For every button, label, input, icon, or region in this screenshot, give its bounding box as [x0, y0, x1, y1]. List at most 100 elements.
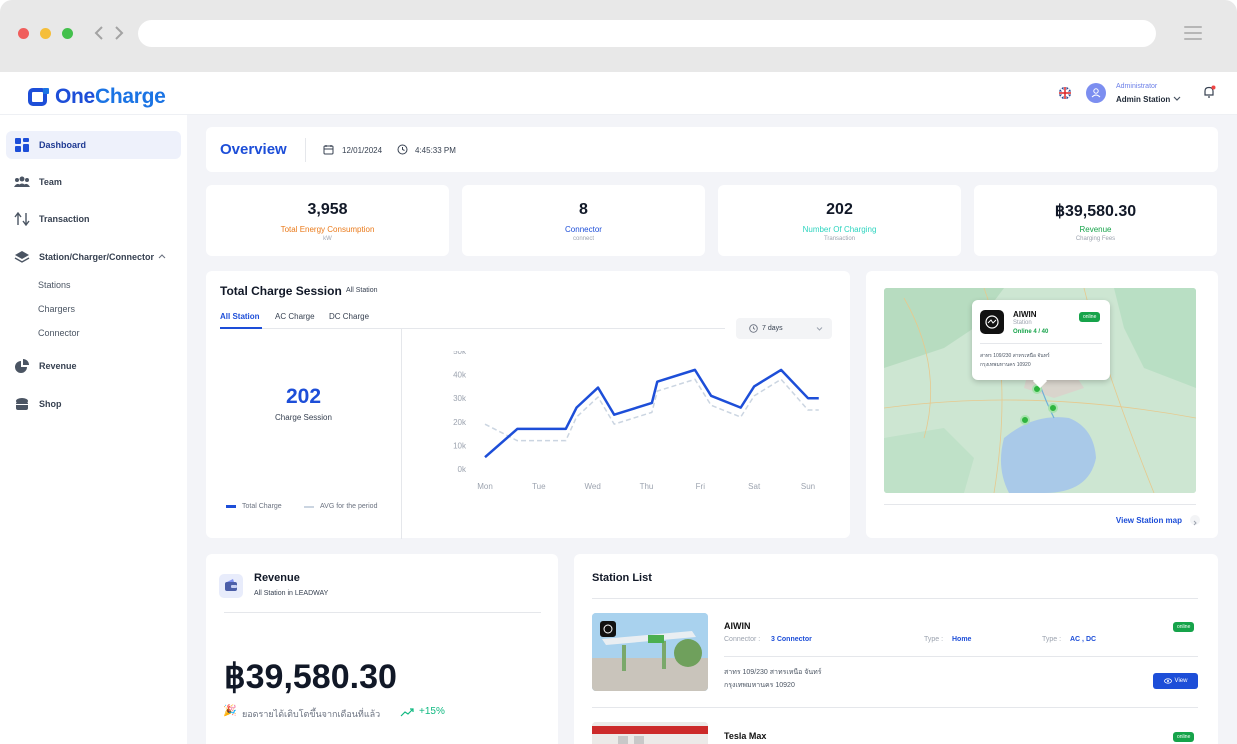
trend-up-icon [400, 708, 414, 717]
station-photo [592, 722, 708, 744]
stat-sub: Transaction [823, 236, 856, 242]
party-popper-icon: 🎉 [223, 705, 237, 717]
x-tick-label: Tue [532, 482, 546, 491]
stat-label: Revenue [1079, 225, 1112, 234]
popup-address-line-2: กรุงเทพมหานคร 10920 [980, 362, 1031, 368]
divider [724, 656, 1198, 657]
divider [592, 707, 1198, 708]
sidebar-item-label: Transaction [39, 214, 90, 224]
sidebar-item-shop[interactable]: Shop [6, 390, 181, 418]
browser-chrome [0, 0, 1237, 72]
stat-label: Number Of Charging [802, 225, 877, 234]
y-tick-label: 10k [453, 441, 467, 450]
x-tick-label: Fri [696, 482, 706, 491]
section-title: Revenue [254, 572, 300, 584]
tab-dc-charge[interactable]: DC Charge [329, 312, 369, 321]
legend-label: AVG for the period [320, 503, 378, 510]
close-window-dot[interactable] [18, 28, 29, 39]
back-arrow-icon[interactable] [92, 23, 106, 43]
tabs-underline [220, 328, 725, 329]
eye-icon [1163, 678, 1172, 684]
app-topbar [0, 72, 1237, 115]
tab-all-station[interactable]: All Station [220, 312, 260, 321]
popup-station-name: AIWIN [1013, 310, 1037, 319]
overview-time: 4:45:33 PM [415, 146, 456, 155]
total-charge-series-line [484, 368, 819, 459]
popup-station-type: Station [1013, 320, 1032, 326]
type-label: Type : [1042, 636, 1062, 643]
x-tick-label: Mon [477, 482, 493, 491]
onecharge-logo[interactable]: OneCharge [28, 84, 166, 110]
sidebar-item-revenue[interactable]: Revenue [6, 352, 181, 380]
maximize-window-dot[interactable] [62, 28, 73, 39]
section-title: Station List [592, 572, 652, 584]
main-content: Overview 12/01/2024 4:45:33 PM 3,958 Tot… [187, 115, 1237, 744]
y-tick-label: 50k [453, 351, 467, 356]
aiwin-logo [980, 310, 1004, 334]
section-subtitle: All Station in LEADWAY [254, 590, 329, 597]
avatar[interactable] [1086, 83, 1106, 103]
period-dropdown[interactable]: 7 days [736, 318, 832, 339]
divider [980, 343, 1102, 344]
sidebar-item-label: Revenue [39, 361, 77, 371]
connector-count: 3 Connector [771, 636, 812, 643]
sidebar-subitem-connector[interactable]: Connector [38, 328, 80, 338]
station-type: Home [952, 636, 972, 643]
chevron-down-icon [816, 327, 823, 331]
sidebar-item-dashboard[interactable]: Dashboard [6, 131, 181, 159]
overview-date: 12/01/2024 [342, 146, 383, 155]
forward-arrow-icon[interactable] [112, 23, 126, 43]
revenue-growth-percent: +15% [419, 706, 445, 717]
notification-bell-icon[interactable] [1202, 85, 1216, 99]
station-map-marker[interactable] [1048, 403, 1058, 413]
divider [592, 598, 1198, 599]
status-badge: online [1173, 622, 1195, 632]
sidebar-subitem-stations[interactable]: Stations [38, 280, 71, 290]
stat-value: 8 [579, 201, 588, 218]
chevron-up-icon[interactable] [158, 253, 166, 261]
legend-total: Total Charge [226, 503, 282, 510]
stat-sub: connect [572, 236, 594, 242]
popup-address-line-1: สาทร 109/230 สาทรเหนือ จันทร์ [980, 353, 1050, 359]
overview-header: Overview 12/01/2024 4:45:33 PM [206, 127, 1218, 172]
x-tick-label: Sun [801, 482, 815, 491]
stat-sub: Charging Fees [1075, 236, 1116, 242]
chevron-down-icon[interactable] [1173, 94, 1181, 102]
sidebar-item-station[interactable]: Station/Charger/Connector [6, 243, 181, 271]
section-title: Total Charge Session [220, 284, 342, 298]
divider [884, 504, 1196, 505]
stat-label: Connector [565, 225, 602, 234]
uk-flag-icon[interactable] [1059, 87, 1071, 99]
station-address-line-2: กรุงเทพมหานคร 10920 [724, 682, 795, 689]
charge-session-card: Total Charge Session All Station All Sta… [206, 271, 850, 539]
station-map-marker[interactable] [1020, 415, 1030, 425]
button-label: View [1174, 678, 1188, 684]
active-tab-indicator [220, 327, 262, 329]
charge-session-total: 202 [285, 385, 322, 408]
revenue-amount: ฿39,580.30 [224, 658, 397, 696]
page-title: Overview [220, 141, 287, 158]
sidebar-subitem-chargers[interactable]: Chargers [38, 304, 75, 314]
view-station-button[interactable]: View [1153, 673, 1198, 689]
user-name[interactable]: Admin Station [1116, 95, 1170, 104]
revenue-card: Revenue All Station in LEADWAY ฿39,580.3… [206, 554, 558, 744]
station-popup[interactable]: AIWIN Station Online 4 / 40 online สาทร … [972, 300, 1110, 389]
sidebar-item-team[interactable]: Team [6, 168, 181, 196]
browser-menu-icon[interactable] [1184, 26, 1202, 41]
sidebar-item-label: Station/Charger/Connector [39, 252, 155, 262]
station-map-card: AIWIN Station Online 4 / 40 online สาทร … [866, 271, 1218, 538]
url-bar[interactable] [138, 20, 1156, 47]
minimize-window-dot[interactable] [40, 28, 51, 39]
sidebar-item-transaction[interactable]: Transaction [6, 205, 181, 233]
chevron-right-icon[interactable] [1190, 515, 1200, 526]
tab-ac-charge[interactable]: AC Charge [275, 312, 315, 321]
sidebar-item-label: Team [39, 177, 62, 187]
station-address-line-1: สาทร 109/230 สาทรเหนือ จันทร์ [724, 669, 822, 676]
browser-window: OneCharge Administrator Admin Station Da… [0, 0, 1237, 744]
station-list-card: Station List AIWIN Connector: 3 Connect… [574, 554, 1218, 744]
view-station-map-link[interactable]: View Station map [1116, 516, 1182, 525]
divider [305, 138, 306, 162]
station-map[interactable]: AIWIN Station Online 4 / 40 online สาทร … [884, 288, 1196, 493]
stat-card-connector: 8 Connector connect [462, 185, 705, 256]
x-tick-label: Sat [748, 482, 761, 491]
